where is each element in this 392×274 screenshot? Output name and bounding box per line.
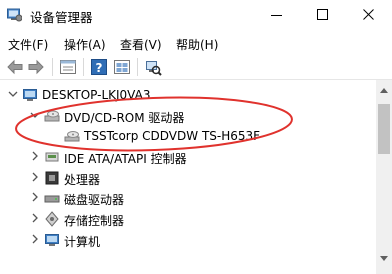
tree-item-processors[interactable]: 处理器 <box>0 168 376 188</box>
tree-item-label: 处理器 <box>64 173 101 187</box>
toolbar: ? <box>0 54 392 80</box>
dvd-drive-icon <box>44 110 60 122</box>
storage-controller-icon <box>45 211 59 227</box>
tree-item-label: 计算机 <box>64 235 101 249</box>
tree-item-dvd-drives[interactable]: DVD/CD-ROM 驱动器 <box>0 106 376 126</box>
device-tree: DESKTOP-LKJ0VA3 DVD/CD-ROM 驱动器 TSSTcorp … <box>0 80 376 274</box>
title-bar: 设备管理器 <box>0 0 392 30</box>
ide-controller-icon <box>45 152 59 162</box>
close-icon <box>363 9 374 20</box>
toolbar-separator <box>83 58 84 76</box>
menu-view[interactable]: 查看(V) <box>120 36 162 53</box>
tree-item-label: TSSTcorp CDDVDW TS-H653F <box>84 129 261 143</box>
device-manager-icon <box>7 8 22 22</box>
tree-item-computer[interactable]: 计算机 <box>0 230 376 250</box>
menu-action[interactable]: 操作(A) <box>64 36 106 53</box>
tree-item-label: DVD/CD-ROM 驱动器 <box>64 111 185 125</box>
scroll-down-arrow-icon[interactable] <box>380 256 388 262</box>
computer-icon <box>23 89 37 101</box>
forward-arrow-icon[interactable] <box>27 58 45 76</box>
menu-help[interactable]: 帮助(H) <box>176 36 218 53</box>
tree-item-ide-controllers[interactable]: IDE ATA/ATAPI 控制器 <box>0 147 376 167</box>
menu-bar: 文件(F) 操作(A) 查看(V) 帮助(H) <box>0 30 392 54</box>
chevron-down-icon[interactable] <box>29 109 41 121</box>
toolbar-separator <box>137 58 138 76</box>
vertical-scrollbar[interactable] <box>376 80 392 274</box>
chevron-right-icon[interactable] <box>29 171 41 183</box>
help-icon[interactable]: ? <box>90 58 108 76</box>
computer-icon <box>45 234 59 246</box>
close-button[interactable] <box>346 0 392 30</box>
maximize-button[interactable] <box>300 0 346 30</box>
chevron-right-icon[interactable] <box>29 212 41 224</box>
maximize-icon <box>317 9 328 20</box>
tree-item-label: IDE ATA/ATAPI 控制器 <box>64 152 187 166</box>
minimize-button[interactable] <box>254 0 300 30</box>
toolbar-separator <box>52 58 53 76</box>
scan-hardware-icon[interactable] <box>144 58 162 76</box>
svg-text:?: ? <box>96 61 103 75</box>
minimize-icon <box>271 15 282 16</box>
back-arrow-icon[interactable] <box>6 58 24 76</box>
processor-icon <box>45 171 59 185</box>
tree-item-label: 磁盘驱动器 <box>64 193 125 207</box>
tree-item-storage-controllers[interactable]: 存储控制器 <box>0 209 376 229</box>
scrollbar-thumb[interactable] <box>378 104 390 154</box>
disk-drive-icon <box>44 195 60 203</box>
tree-item-tsstcorp-device[interactable]: TSSTcorp CDDVDW TS-H653F <box>0 126 376 146</box>
window-title: 设备管理器 <box>30 10 93 25</box>
scroll-up-arrow-icon[interactable] <box>380 87 388 93</box>
chevron-right-icon[interactable] <box>29 191 41 203</box>
disc-device-icon <box>64 131 80 142</box>
tree-root[interactable]: DESKTOP-LKJ0VA3 <box>0 85 376 105</box>
tree-item-label: 存储控制器 <box>64 214 125 228</box>
menu-file[interactable]: 文件(F) <box>8 36 48 53</box>
chevron-right-icon[interactable] <box>29 150 41 162</box>
properties-grid-icon[interactable] <box>59 58 77 76</box>
view-grid-icon[interactable] <box>113 58 131 76</box>
chevron-right-icon[interactable] <box>29 233 41 245</box>
chevron-down-icon[interactable] <box>7 88 19 100</box>
tree-item-disk-drives[interactable]: 磁盘驱动器 <box>0 188 376 208</box>
tree-root-label: DESKTOP-LKJ0VA3 <box>42 88 151 102</box>
